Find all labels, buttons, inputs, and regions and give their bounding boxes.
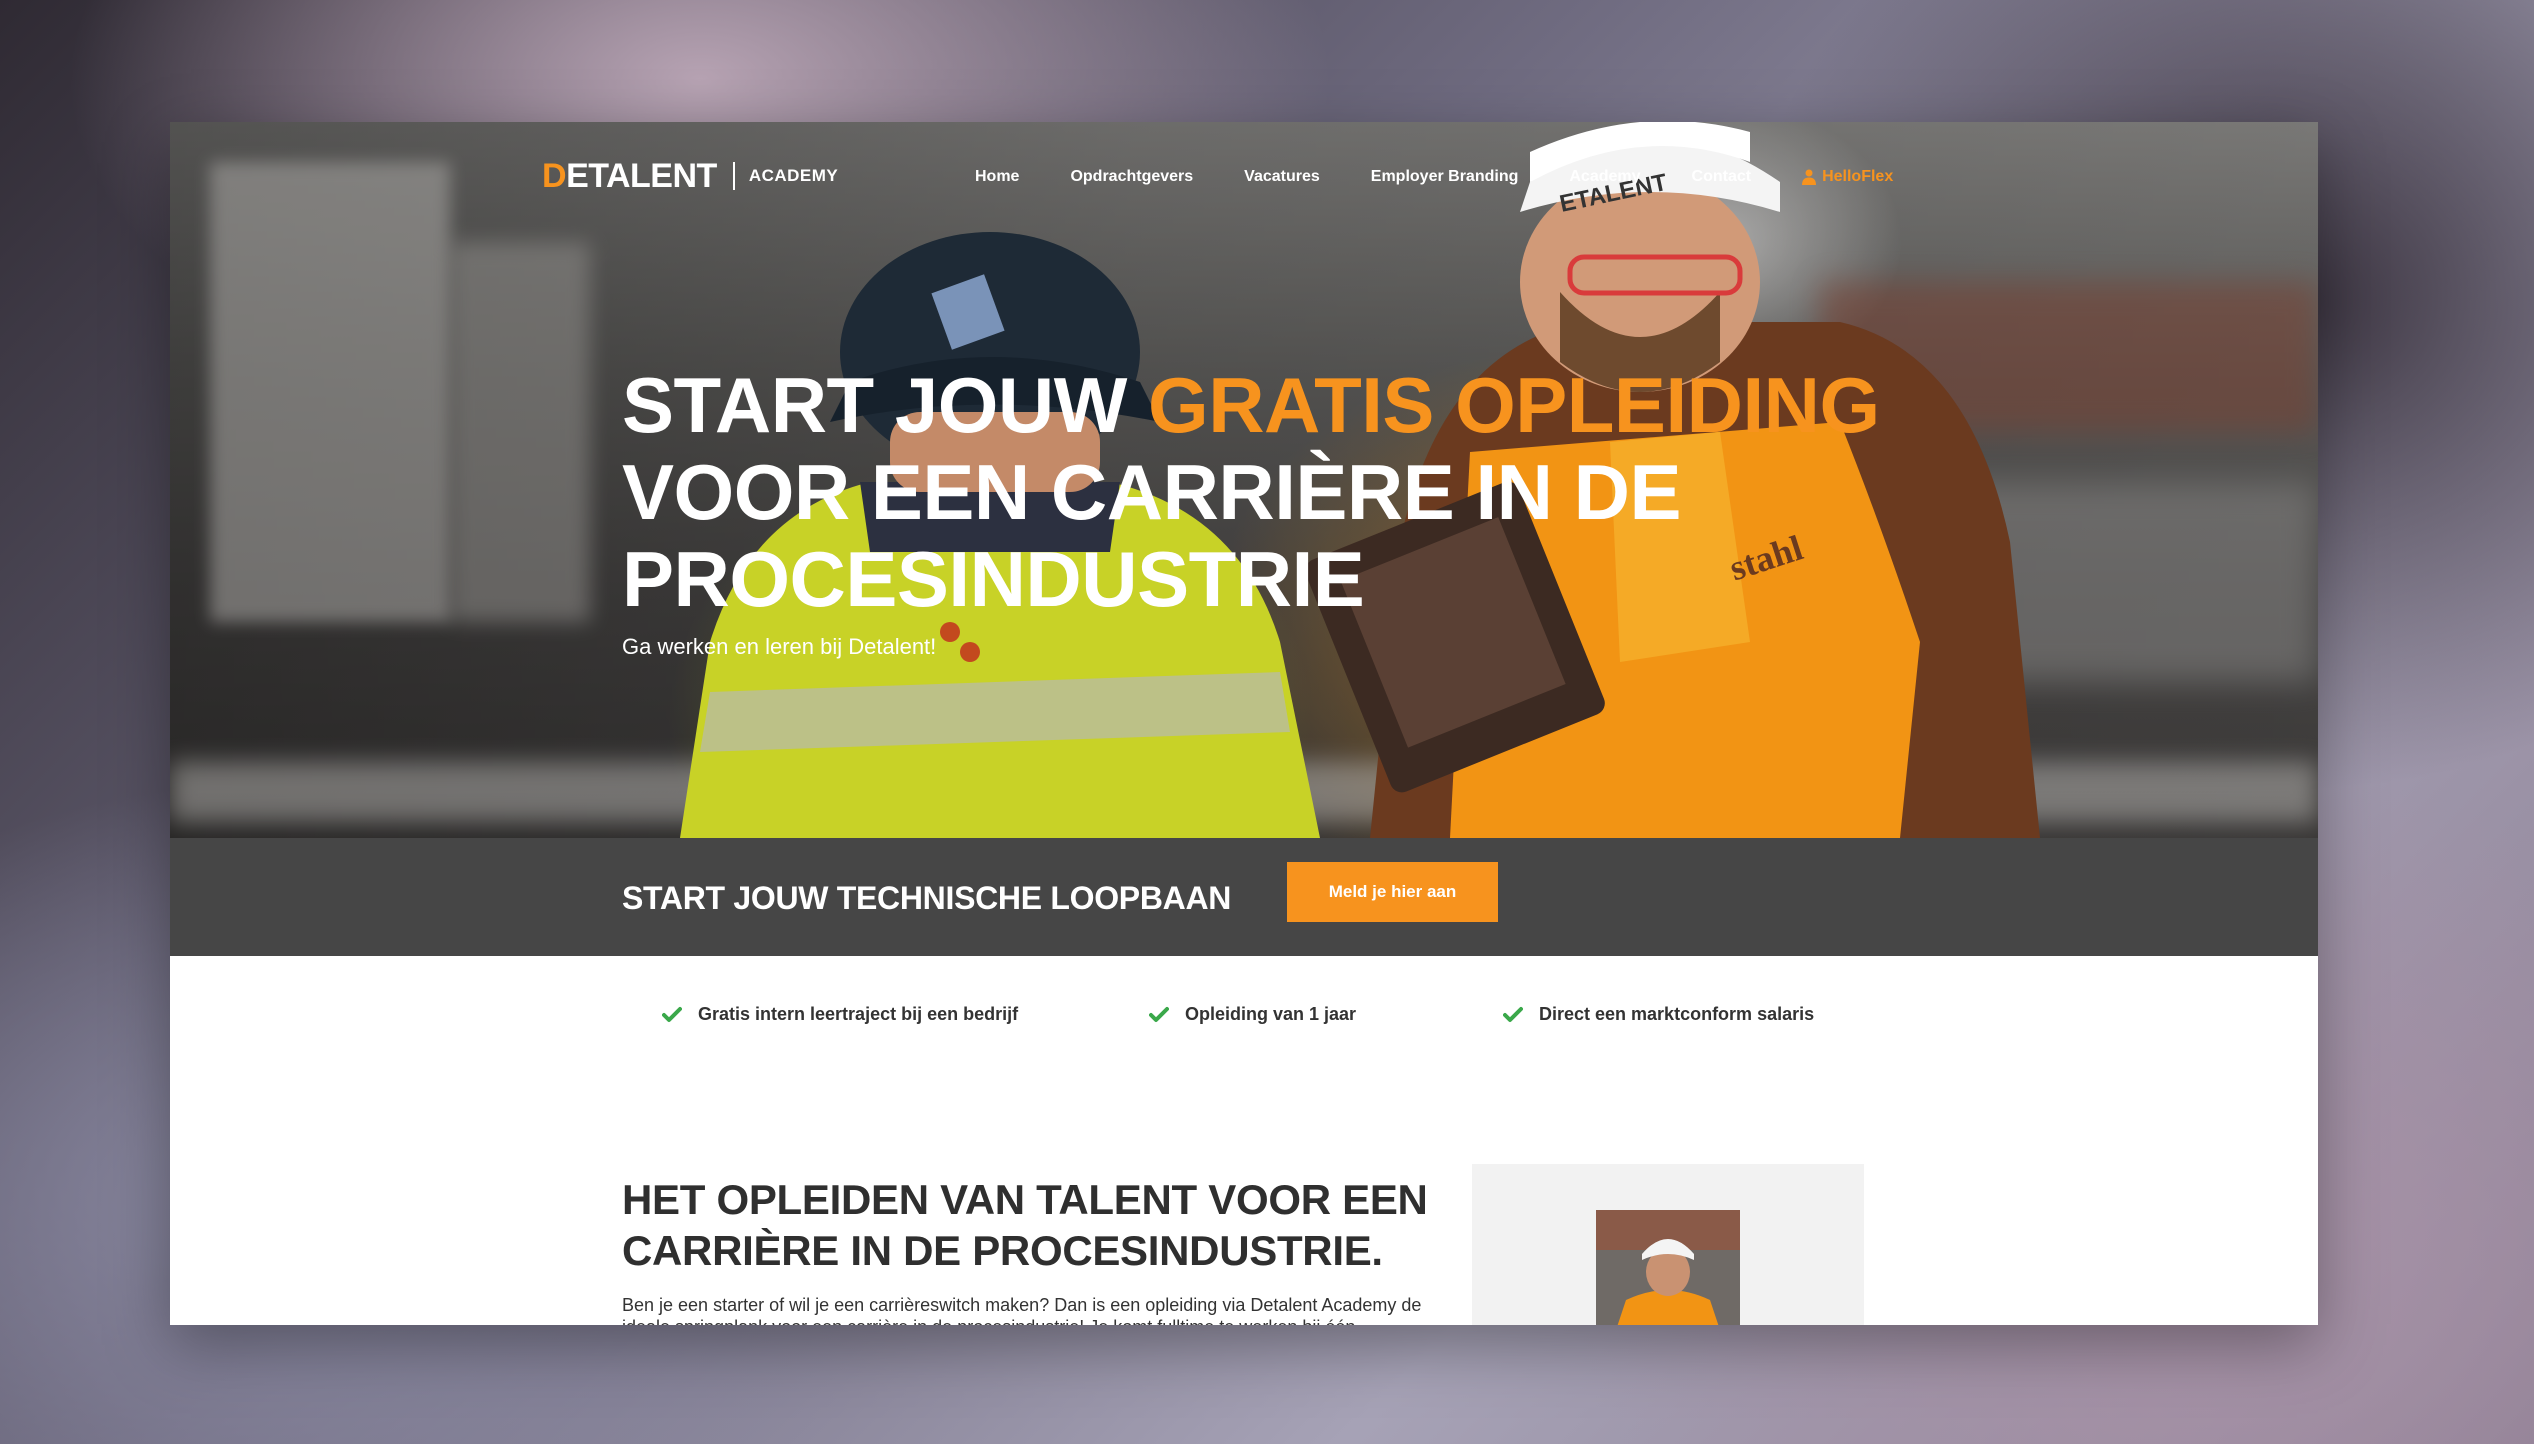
signup-button[interactable]: Meld je hier aan [1287,862,1498,922]
main-navigation: Home Opdrachtgevers Vacatures Employer B… [975,165,1893,189]
hero-subtitle: Ga werken en leren bij Detalent! [622,634,937,659]
nav-opdrachtgevers[interactable]: Opdrachtgevers [1070,168,1193,186]
features-list: Gratis intern leertraject bij een bedrij… [170,956,2318,1076]
nav-contact[interactable]: Contact [1692,168,1752,186]
nav-academy[interactable]: Academy [1569,168,1640,186]
user-icon [1802,169,1817,185]
cta-bar: START JOUW TECHNISCHE LOOPBAAN Meld je h… [170,838,2318,956]
nav-home[interactable]: Home [975,168,1019,186]
content-title: HET OPLEIDEN VAN TALENT VOOR EEN CARRIÈR… [622,1176,1428,1274]
feature-label: Direct een marktconform salaris [1539,1004,1815,1024]
nav-vacatures[interactable]: Vacatures [1244,168,1320,186]
feature-item: Opleiding van 1 jaar [1149,1004,1356,1025]
nav-helloflex[interactable]: HelloFlex [1802,168,1893,186]
browser-page: ETALENT stahl DETALENT ACADEMY Home Opdr… [170,122,2318,1325]
hero-title-accent: GRATIS OPLEIDING [1148,361,1880,449]
check-icon [662,1006,682,1022]
nav-employer-branding[interactable]: Employer Branding [1371,168,1519,186]
feature-label: Gratis intern leertraject bij een bedrij… [698,1004,1019,1024]
hero-title-part1: START JOUW [622,361,1149,449]
side-card [1472,1164,1864,1325]
cta-title: START JOUW TECHNISCHE LOOPBAAN [622,880,1232,916]
logo-academy-label: ACADEMY [748,166,839,185]
logo-wordmark: DETALENT [542,156,717,195]
worker-portrait-image [1596,1210,1740,1325]
feature-item: Direct een marktconform salaris [1503,1004,1814,1025]
content-body: Ben je een starter of wil je een carrièr… [622,1295,1422,1325]
hero-banner: ETALENT stahl DETALENT ACADEMY Home Opdr… [170,122,2318,838]
check-icon [1149,1006,1169,1022]
hero-title-part2: VOOR EEN CARRIÈRE IN DE PROCESINDUSTRIE [622,448,1681,623]
feature-label: Opleiding van 1 jaar [1185,1004,1357,1024]
helloflex-label: HelloFlex [1822,168,1894,185]
check-icon [1503,1006,1523,1022]
logo-divider [732,162,735,190]
hero-title: START JOUW GRATIS OPLEIDING VOOR EEN CARR… [622,362,1922,623]
background-structure [210,162,450,622]
background-pillar [450,242,590,622]
detalent-logo[interactable]: DETALENT ACADEMY [542,156,839,195]
feature-item: Gratis intern leertraject bij een bedrij… [662,1004,1018,1025]
worker-portrait-graphic [1596,1210,1740,1325]
